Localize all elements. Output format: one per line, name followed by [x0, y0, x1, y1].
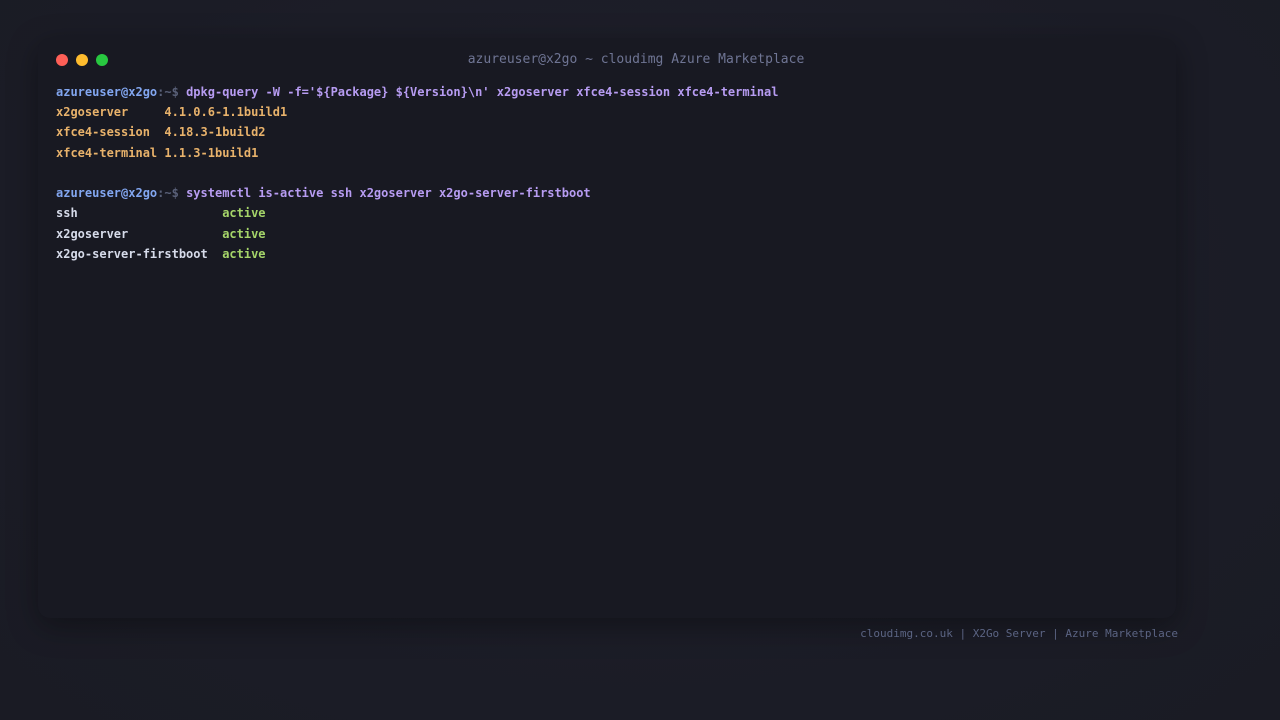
package-version: 4.1.0.6-1.1build1 — [164, 105, 288, 120]
window-title: azureuser@x2go ~ cloudimg Azure Marketpl… — [467, 52, 805, 67]
package-name: xfce4-session — [56, 125, 158, 140]
output-row: ssh active — [56, 203, 1156, 223]
package-version: 4.18.3-1build2 — [164, 125, 266, 140]
title-bar[interactable]: azureuser@x2go ~ cloudimg Azure Marketpl… — [38, 38, 1176, 82]
command-text: systemctl is-active ssh x2goserver x2go-… — [186, 186, 591, 201]
command-text: dpkg-query -W -f='${Package} ${Version}\… — [186, 85, 779, 99]
terminal-output[interactable]: azureuser@x2go:~$ dpkg-query -W -f='${Pa… — [56, 82, 1156, 264]
footer-caption: cloudimg.co.uk | X2Go Server | Azure Mar… — [860, 627, 1178, 640]
service-status: active — [222, 226, 266, 241]
command-line: azureuser@x2go:~$ dpkg-query -W -f='${Pa… — [56, 82, 1156, 102]
package-name: xfce4-terminal — [56, 145, 158, 160]
service-name: x2go-server-firstboot — [56, 246, 215, 261]
service-status: active — [222, 246, 266, 261]
service-name: ssh — [56, 206, 215, 221]
command-line: azureuser@x2go:~$ systemctl is-active ss… — [56, 183, 1156, 203]
prompt-user: azureuser@x2go — [56, 186, 158, 201]
terminal-window[interactable]: azureuser@x2go ~ cloudimg Azure Marketpl… — [38, 38, 1176, 618]
service-name: x2goserver — [56, 226, 215, 241]
output-row: x2go-server-firstboot active — [56, 244, 1156, 264]
output-row: x2goserver 4.1.0.6-1.1build1 — [56, 102, 1156, 122]
prompt-user: azureuser@x2go — [56, 85, 158, 99]
output-row: xfce4-terminal 1.1.3-1build1 — [56, 143, 1156, 163]
output-row: x2goserver active — [56, 224, 1156, 244]
prompt-path: :~$ — [157, 85, 179, 99]
prompt-path: :~$ — [157, 186, 179, 201]
service-status: active — [222, 206, 266, 221]
package-version: 1.1.3-1build1 — [164, 145, 259, 160]
package-name: x2goserver — [56, 105, 158, 120]
output-row: xfce4-session 4.18.3-1build2 — [56, 122, 1156, 142]
